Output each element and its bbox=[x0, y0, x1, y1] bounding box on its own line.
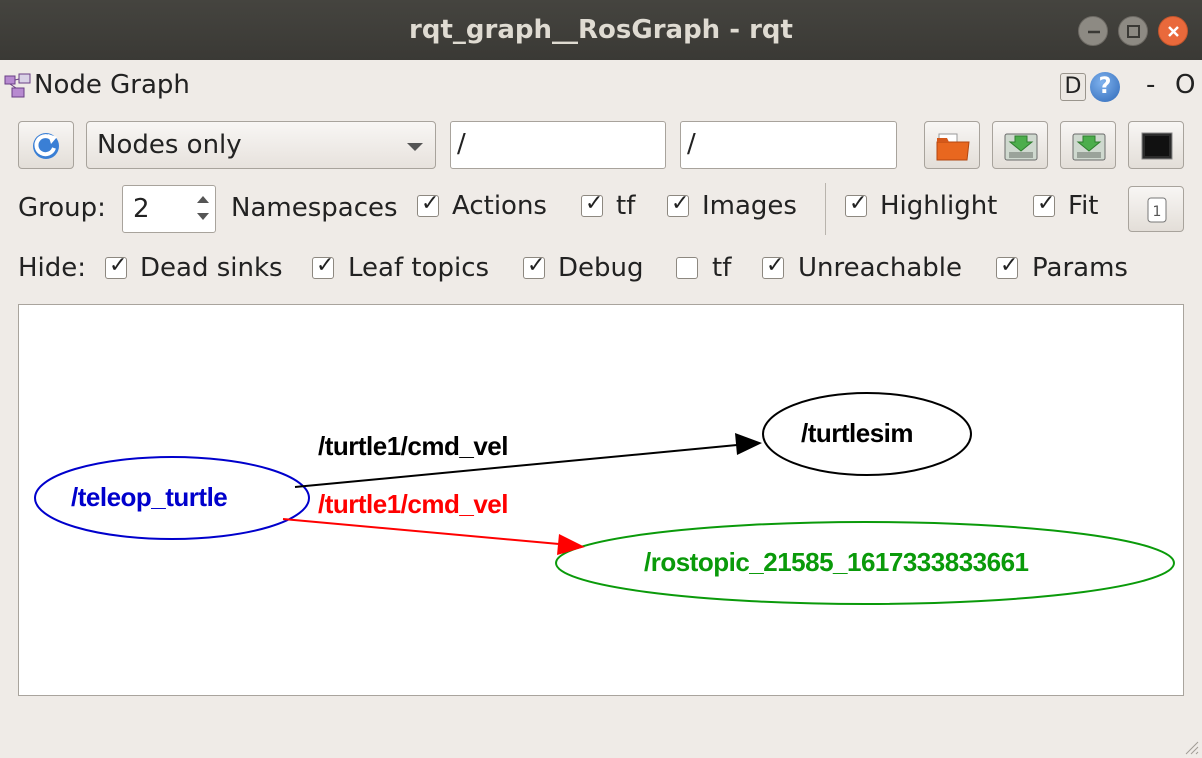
edge-arrowhead-red bbox=[557, 534, 585, 555]
checkmark-icon: ✓ bbox=[1000, 253, 1019, 278]
chevron-down-icon bbox=[407, 143, 423, 151]
checkmark-icon: ✓ bbox=[1037, 191, 1056, 216]
save-image-button[interactable] bbox=[1128, 121, 1184, 169]
group-value: 2 bbox=[133, 194, 150, 224]
dock-button[interactable]: D bbox=[1060, 73, 1086, 101]
checkmark-icon: ✓ bbox=[585, 191, 604, 216]
save-dot-button[interactable] bbox=[992, 121, 1048, 169]
save-svg-button[interactable] bbox=[1060, 121, 1116, 169]
checkmark-icon: ✓ bbox=[316, 253, 335, 278]
resize-grip-icon[interactable] bbox=[1182, 738, 1200, 756]
debug-label: Debug bbox=[558, 253, 644, 283]
checkmark-icon: ✓ bbox=[766, 253, 785, 278]
edge-arrowhead-black bbox=[735, 433, 762, 455]
node-graph-icon bbox=[4, 72, 32, 100]
leaf-topics-checkbox[interactable]: ✓ bbox=[312, 253, 334, 279]
unreachable-checkbox[interactable]: ✓ bbox=[762, 253, 784, 279]
checkmark-icon: ✓ bbox=[527, 253, 546, 278]
open-folder-icon bbox=[936, 133, 970, 161]
highlight-checkbox[interactable]: ✓ bbox=[845, 191, 867, 217]
tf-label: tf bbox=[616, 191, 636, 221]
help-icon[interactable]: ? bbox=[1090, 72, 1120, 102]
turtlesim-label: /turtlesim bbox=[801, 418, 914, 448]
spin-down-icon[interactable] bbox=[197, 213, 209, 220]
group-label: Group: bbox=[18, 193, 106, 223]
dead-sinks-checkbox[interactable]: ✓ bbox=[105, 253, 127, 279]
dead-sinks-label: Dead sinks bbox=[140, 253, 283, 283]
window-titlebar[interactable]: rqt_graph__RosGraph - rqt bbox=[0, 0, 1202, 60]
teleop-turtle-label: /teleop_turtle bbox=[71, 482, 228, 512]
minimize-button[interactable] bbox=[1078, 16, 1108, 46]
refresh-icon bbox=[33, 133, 59, 159]
edge2-label: /turtle1/cmd_vel bbox=[318, 489, 508, 519]
options-button[interactable]: O bbox=[1175, 70, 1195, 100]
fit-label: Fit bbox=[1068, 191, 1099, 221]
refresh-button[interactable] bbox=[18, 121, 74, 169]
tf-checkbox[interactable]: ✓ bbox=[581, 191, 603, 217]
checkmark-icon: ✓ bbox=[109, 253, 128, 278]
params-checkbox[interactable]: ✓ bbox=[996, 253, 1018, 279]
actions-label: Actions bbox=[452, 191, 547, 221]
close-button[interactable] bbox=[1158, 16, 1188, 46]
spin-up-icon[interactable] bbox=[197, 196, 209, 203]
checkmark-icon: ✓ bbox=[849, 191, 868, 216]
namespaces-label: Namespaces bbox=[231, 193, 398, 223]
node-filter-input[interactable]: / bbox=[450, 121, 666, 169]
image-icon bbox=[1141, 132, 1173, 160]
save-dot-icon bbox=[1004, 133, 1038, 161]
hide-tf-label: tf bbox=[712, 253, 732, 283]
edge-cmd-vel-red[interactable] bbox=[282, 518, 560, 545]
fit-in-view-button[interactable]: 1 bbox=[1128, 186, 1184, 232]
images-checkbox[interactable]: ✓ bbox=[667, 191, 689, 217]
highlight-label: Highlight bbox=[880, 191, 998, 221]
hide-label: Hide: bbox=[18, 253, 87, 283]
group-spinbox[interactable]: 2 bbox=[122, 185, 216, 233]
toolbar-separator bbox=[825, 183, 826, 235]
plugin-title: Node Graph bbox=[34, 70, 190, 100]
maximize-button[interactable] bbox=[1118, 16, 1148, 46]
namespaces-checkbox[interactable]: ✓ bbox=[417, 191, 439, 217]
fit-checkbox[interactable]: ✓ bbox=[1033, 191, 1055, 217]
checkmark-icon: ✓ bbox=[671, 191, 690, 216]
debug-checkbox[interactable]: ✓ bbox=[523, 253, 545, 279]
hide-tf-checkbox[interactable] bbox=[676, 257, 698, 279]
images-label: Images bbox=[702, 191, 797, 221]
rostopic-label: /rostopic_21585_1617333833661 bbox=[644, 547, 1029, 577]
save-svg-icon bbox=[1072, 133, 1106, 161]
edge1-label: /turtle1/cmd_vel bbox=[318, 431, 508, 461]
params-label: Params bbox=[1032, 253, 1128, 283]
view-mode-value: Nodes only bbox=[97, 130, 242, 160]
fit-view-icon: 1 bbox=[1147, 197, 1167, 223]
minimize-plugin-button[interactable]: - bbox=[1146, 70, 1155, 100]
graph-canvas[interactable]: /teleop_turtle /turtlesim /rostopic_2158… bbox=[18, 304, 1184, 696]
leaf-topics-label: Leaf topics bbox=[348, 253, 490, 283]
unreachable-label: Unreachable bbox=[798, 253, 962, 283]
window-title: rqt_graph__RosGraph - rqt bbox=[409, 15, 793, 45]
topic-filter-input[interactable]: / bbox=[680, 121, 897, 169]
svg-text:1: 1 bbox=[1153, 204, 1162, 220]
view-mode-select[interactable]: Nodes only bbox=[86, 121, 436, 169]
load-dot-button[interactable] bbox=[924, 121, 980, 169]
checkmark-icon: ✓ bbox=[421, 191, 440, 216]
